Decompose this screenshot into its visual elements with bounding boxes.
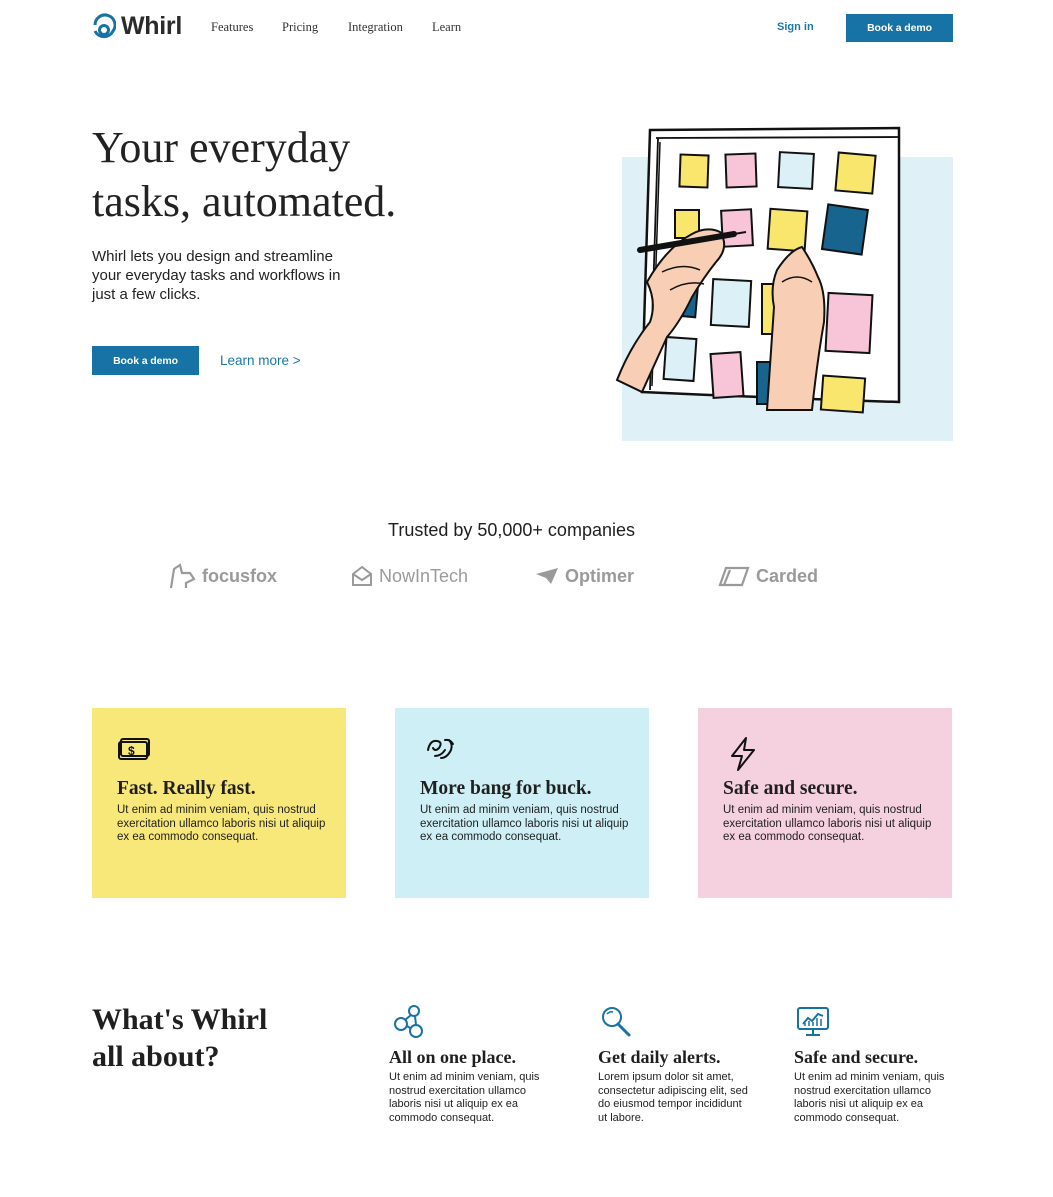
hero-title-line2: tasks, automated.	[92, 177, 397, 226]
feature-card-value: More bang for buck. Ut enim ad minim ven…	[395, 708, 649, 898]
nav-learn[interactable]: Learn	[432, 20, 461, 35]
card-text: Ut enim ad minim veniam, quis nostrud ex…	[117, 804, 326, 844]
brand-name: NowInTech	[379, 565, 469, 586]
hero-book-demo-button[interactable]: Book a demo	[92, 346, 199, 375]
sticky-notes-illustration	[615, 126, 901, 414]
sign-in-link[interactable]: Sign in	[777, 21, 814, 33]
card-title: Safe and secure.	[723, 778, 858, 799]
hero-description: Whirl lets you design and streamline you…	[92, 248, 341, 303]
card-text: Ut enim ad minim veniam, quis nostrud ex…	[420, 804, 629, 844]
card-title: More bang for buck.	[420, 778, 592, 799]
about-item-title: Safe and secure.	[794, 1047, 919, 1067]
nav-features[interactable]: Features	[211, 20, 253, 35]
envelope-icon	[352, 565, 372, 586]
about-title-line2: all about?	[92, 1040, 220, 1073]
nav-integration[interactable]: Integration	[348, 20, 403, 35]
whirl-logo-icon	[93, 13, 116, 38]
about-item-alerts: Get daily alerts. Lorem ipsum dolor sit …	[598, 1004, 748, 1125]
about-item-text: Ut enim ad minim veniam, quis nostrud ex…	[389, 1071, 540, 1124]
hero-title-line1: Your everyday	[92, 123, 351, 172]
fox-icon	[169, 563, 196, 589]
learn-more-link[interactable]: Learn more >	[220, 353, 301, 368]
about-title-line1: What's Whirl	[92, 1003, 268, 1036]
about-item-one-place: All on one place. Ut enim ad minim venia…	[389, 1004, 554, 1125]
money-icon: $	[118, 738, 150, 760]
logo-text: Whirl	[121, 11, 182, 40]
brand-logo-nowintech: NowInTech	[351, 562, 468, 590]
about-item-title: All on one place.	[389, 1047, 517, 1067]
card-text: Ut enim ad minim veniam, quis nostrud ex…	[723, 804, 932, 844]
about-item-text: Ut enim ad minim veniam, quis nostrud ex…	[794, 1071, 945, 1124]
svg-text:$: $	[128, 744, 135, 758]
trusted-heading: Trusted by 50,000+ companies	[388, 520, 635, 540]
brand-logo-carded: Carded	[718, 562, 818, 590]
feature-card-fast: $ Fast. Really fast. Ut enim ad minim ve…	[92, 708, 346, 898]
hero-title: Your everyday tasks, automated.	[92, 121, 532, 229]
feature-card-secure: Safe and secure. Ut enim ad minim veniam…	[698, 708, 952, 898]
magnifier-icon	[602, 1007, 631, 1037]
brand-name: Carded	[756, 565, 819, 586]
brand-logo-focusfox: focusfox	[168, 562, 277, 590]
card-title: Fast. Really fast.	[117, 778, 256, 799]
about-title: What's Whirl all about?	[92, 1001, 312, 1075]
monitor-chart-icon	[797, 1007, 829, 1036]
paper-plane-icon	[536, 568, 558, 584]
brand-name: Optimer	[565, 565, 635, 586]
nav-pricing[interactable]: Pricing	[282, 20, 318, 35]
about-item-title: Get daily alerts.	[598, 1047, 721, 1067]
brand-logo-optimer: Optimer	[535, 562, 634, 590]
nav-book-demo-button[interactable]: Book a demo	[846, 14, 953, 42]
about-item-text: Lorem ipsum dolor sit amet, consectetur …	[598, 1071, 748, 1124]
brand-name: focusfox	[202, 565, 278, 586]
about-item-secure: Safe and secure. Ut enim ad minim veniam…	[794, 1004, 954, 1125]
handshake-icon	[427, 738, 454, 759]
lightning-icon	[731, 737, 755, 771]
network-icon	[394, 1005, 423, 1038]
cards-icon	[718, 566, 750, 587]
logo[interactable]: Whirl	[92, 12, 182, 40]
